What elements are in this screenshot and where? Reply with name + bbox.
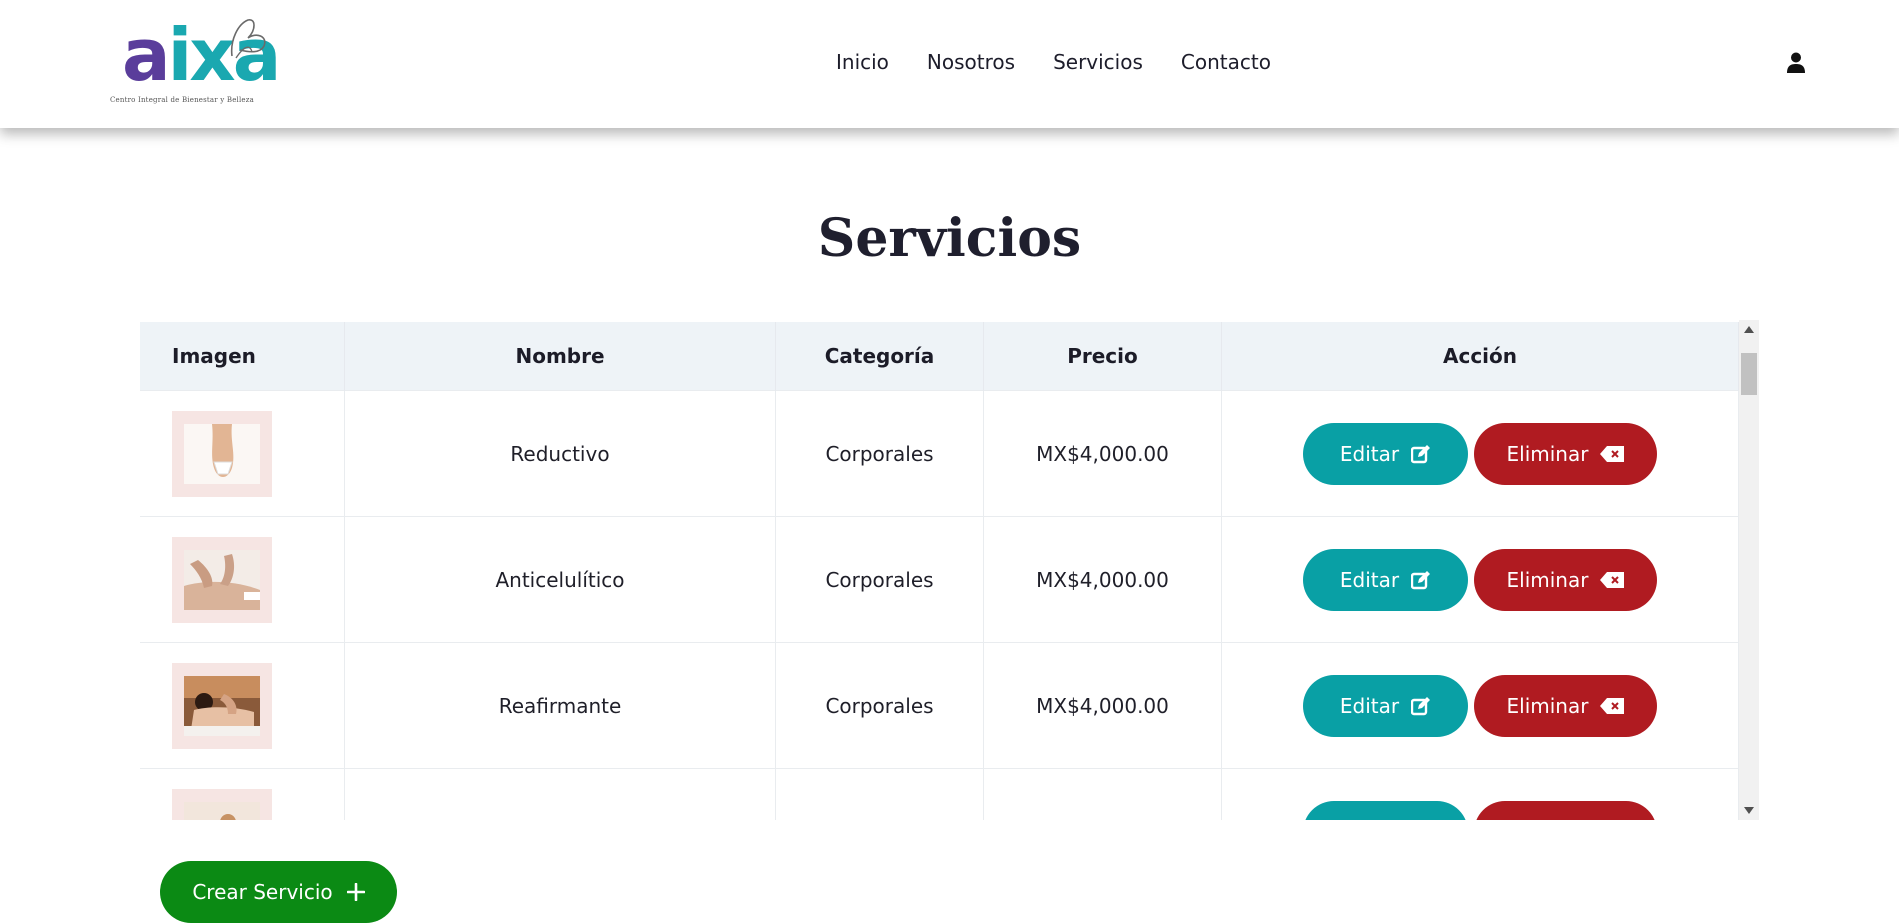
edit-icon <box>1411 444 1431 463</box>
service-thumbnail <box>172 662 272 749</box>
header-imagen: Imagen <box>140 322 345 391</box>
table-row: Reafirmante Corporales MX$4,000.00 Edita… <box>140 642 1739 769</box>
service-price: MX$4,000.00 <box>983 390 1222 517</box>
table-header-row: Imagen Nombre Categoría Precio Acción <box>140 322 1739 391</box>
nav-contacto[interactable]: Contacto <box>1181 50 1271 74</box>
service-thumbnail <box>172 410 272 497</box>
header-categoria: Categoría <box>775 322 984 391</box>
delete-button[interactable]: Eliminar <box>1474 548 1657 611</box>
backspace-icon <box>1600 445 1625 462</box>
body-photo-icon <box>184 423 260 484</box>
scroll-up-arrow-icon[interactable] <box>1744 326 1754 333</box>
nav-inicio[interactable]: Inicio <box>836 50 889 74</box>
delete-label: Eliminar <box>1506 567 1589 592</box>
action-cell: Editar Eliminar <box>1221 768 1739 821</box>
edit-icon <box>1411 696 1431 715</box>
image-cell <box>140 390 345 517</box>
aixa-logo[interactable]: aixa Centro Integral de Bienestar y Bell… <box>108 14 281 109</box>
backspace-icon <box>1600 571 1625 588</box>
scrollbar-thumb[interactable] <box>1741 353 1757 395</box>
create-service-button[interactable]: Crear Servicio <box>160 861 397 923</box>
service-name: Limpieza Profunda de Espalda <box>344 768 776 820</box>
edit-label: Editar <box>1340 820 1399 821</box>
edit-button[interactable]: Editar <box>1303 800 1468 821</box>
service-name: Anticelulítico <box>344 516 776 643</box>
edit-button[interactable]: Editar <box>1303 674 1468 737</box>
service-category: Corporales <box>775 390 984 517</box>
delete-label: Eliminar <box>1507 820 1589 821</box>
table-row: Reductivo Corporales MX$4,000.00 Editar … <box>140 390 1739 517</box>
butterfly-icon <box>230 19 266 59</box>
spa-photo-icon <box>184 675 260 736</box>
massage-photo-icon <box>184 549 260 610</box>
service-name: Reductivo <box>344 390 776 517</box>
edit-label: Editar <box>1339 567 1400 592</box>
service-category: Corporales <box>775 516 984 643</box>
create-service-label: Crear Servicio <box>192 880 333 904</box>
delete-button[interactable]: Eliminar <box>1474 674 1657 737</box>
action-cell: Editar Eliminar <box>1221 516 1739 643</box>
service-name: Reafirmante <box>344 642 776 769</box>
services-table-container[interactable]: Imagen Nombre Categoría Precio Acción Re… <box>140 320 1759 820</box>
logo-tagline: Centro Integral de Bienestar y Belleza <box>110 96 255 104</box>
nav-servicios[interactable]: Servicios <box>1053 50 1143 74</box>
header-accion: Acción <box>1221 322 1739 391</box>
service-thumbnail <box>172 788 272 820</box>
user-icon[interactable] <box>1787 52 1805 73</box>
nav-nosotros[interactable]: Nosotros <box>927 50 1015 74</box>
action-cell: Editar Eliminar <box>1221 390 1739 517</box>
page-title: Servicios <box>817 208 1082 269</box>
edit-button[interactable]: Editar <box>1303 422 1468 485</box>
table-row: Anticelulítico Corporales MX$4,000.00 Ed… <box>140 516 1739 643</box>
scroll-down-arrow-icon[interactable] <box>1744 807 1754 814</box>
top-navbar: aixa Centro Integral de Bienestar y Bell… <box>0 0 1899 128</box>
backspace-icon <box>1600 697 1625 714</box>
plus-icon <box>346 883 365 901</box>
services-table: Imagen Nombre Categoría Precio Acción Re… <box>140 322 1739 820</box>
image-cell <box>140 768 345 820</box>
service-category: Corporales <box>775 642 984 769</box>
edit-label: Editar <box>1339 441 1400 466</box>
service-price: MX$4,000.00 <box>983 516 1222 643</box>
delete-label: Eliminar <box>1506 693 1589 718</box>
header-precio: Precio <box>983 322 1222 391</box>
edit-button[interactable]: Editar <box>1303 548 1468 611</box>
table-scrollbar[interactable] <box>1739 320 1759 820</box>
image-cell <box>140 516 345 643</box>
header-nombre: Nombre <box>344 322 776 391</box>
main-nav: Inicio Nosotros Servicios Contacto <box>836 50 1309 74</box>
edit-label: Editar <box>1339 693 1400 718</box>
service-price: MX$450.00 <box>983 768 1222 820</box>
delete-label: Eliminar <box>1506 441 1589 466</box>
edit-icon <box>1411 570 1431 589</box>
delete-button[interactable]: Eliminar <box>1474 422 1657 485</box>
table-row: Limpieza Profunda de Espalda Corporales … <box>140 768 1739 821</box>
service-thumbnail <box>172 536 272 623</box>
action-cell: Editar Eliminar <box>1221 642 1739 769</box>
service-price: MX$4,000.00 <box>983 642 1222 769</box>
delete-button[interactable]: Eliminar <box>1474 800 1657 821</box>
back-treatment-photo-icon <box>184 801 260 820</box>
image-cell <box>140 642 345 769</box>
service-category: Corporales <box>775 768 984 820</box>
